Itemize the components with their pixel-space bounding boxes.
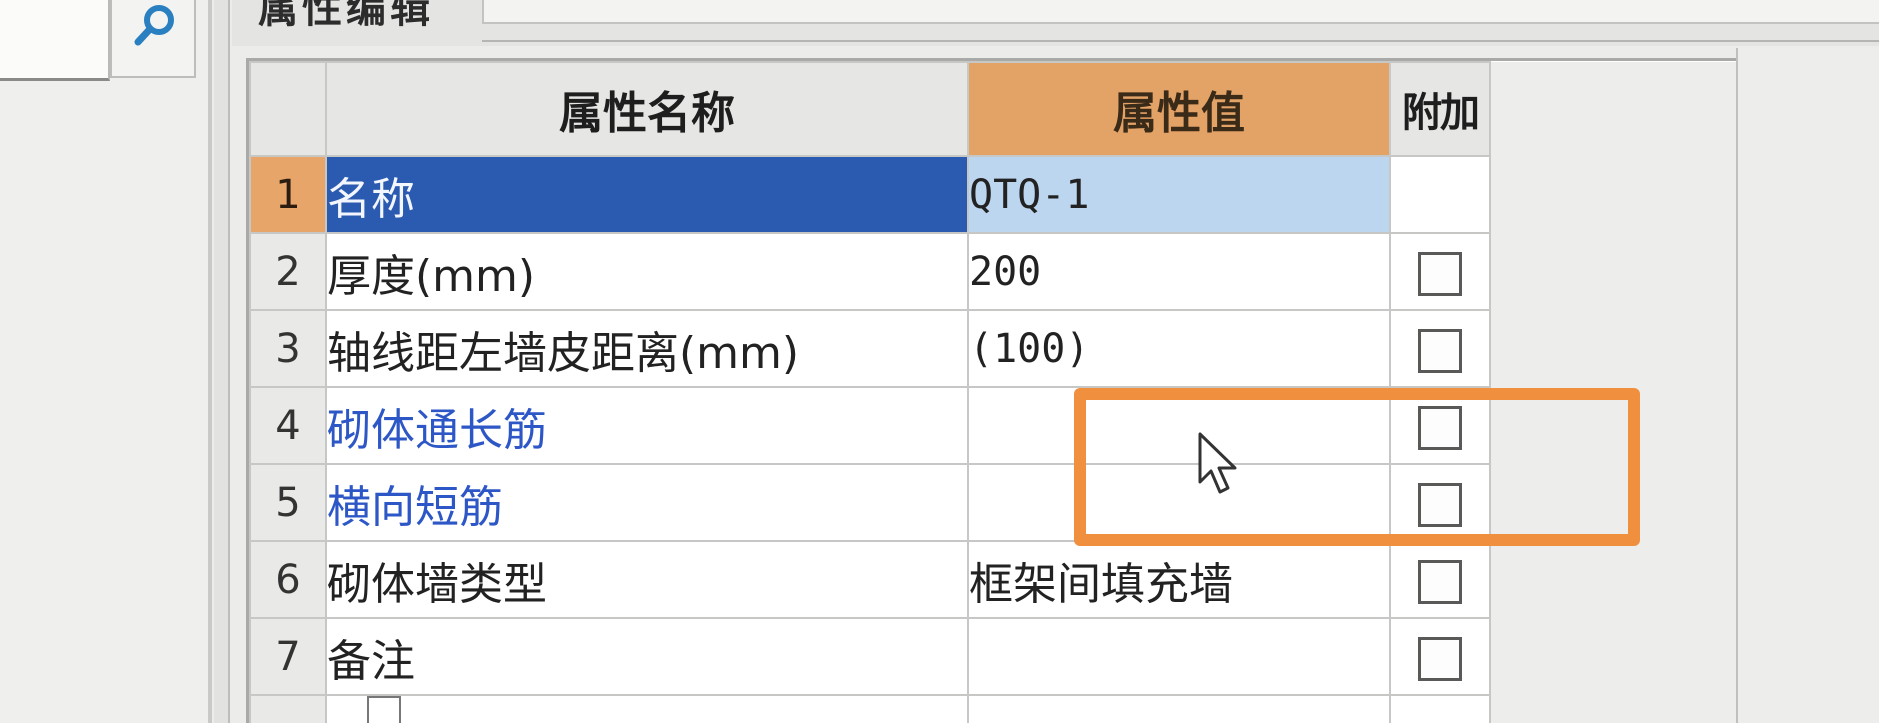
table-row[interactable]: 7 备注 <box>249 617 1739 696</box>
extra-cell <box>1389 155 1491 234</box>
filler-cell <box>1490 233 1739 310</box>
table-body: 1 名称 QTQ-1 2 厚度(mm) 200 3 轴线距左墙皮距离(mm) ( <box>249 155 1739 723</box>
row-index[interactable]: 1 <box>249 155 327 234</box>
property-value-cell[interactable] <box>967 463 1391 542</box>
extra-cell <box>1389 463 1491 542</box>
search-button[interactable] <box>110 0 196 78</box>
extra-checkbox[interactable] <box>1418 560 1462 604</box>
table-row[interactable]: 2 厚度(mm) 200 <box>249 232 1739 311</box>
property-name-cell[interactable]: 名称 <box>325 155 969 234</box>
property-value-cell[interactable]: QTQ-1 <box>967 155 1391 234</box>
extra-cell <box>1389 232 1491 311</box>
property-value-cell[interactable]: 200 <box>967 232 1391 311</box>
header-property-name[interactable]: 属性名称 <box>325 61 969 157</box>
table-row[interactable]: 1 名称 QTQ-1 <box>249 155 1739 234</box>
header-empty <box>1490 62 1739 156</box>
row-index[interactable]: 4 <box>249 386 327 465</box>
property-value-cell[interactable] <box>967 386 1391 465</box>
screen: 属性编辑 属性名称 属性值 附加 1 名称 QTQ-1 2 厚度(mm) 200… <box>0 0 1879 723</box>
extra-checkbox[interactable] <box>1418 329 1462 373</box>
row-index[interactable]: 3 <box>249 309 327 388</box>
property-value-cell[interactable]: 框架间填充墙 <box>967 540 1391 619</box>
extra-cell <box>1389 540 1491 619</box>
extra-checkbox[interactable] <box>1418 406 1462 450</box>
panel-splitter[interactable] <box>214 0 230 723</box>
property-grid: 属性名称 属性值 附加 1 名称 QTQ-1 2 厚度(mm) 200 3 轴线… <box>246 58 1739 723</box>
header-property-value[interactable]: 属性值 <box>967 61 1391 157</box>
property-value-cell[interactable] <box>967 617 1391 696</box>
property-name-cell[interactable]: 砌体通长筋 <box>325 386 969 465</box>
extra-checkbox[interactable] <box>1418 252 1462 296</box>
row-index[interactable]: 7 <box>249 617 327 696</box>
filler-cell <box>1490 695 1739 723</box>
property-name-cell[interactable]: 砌体墙类型 <box>325 540 969 619</box>
panel-title: 属性编辑 <box>258 0 434 32</box>
filler-cell <box>1490 310 1739 387</box>
row-index[interactable]: 5 <box>249 463 327 542</box>
left-panel <box>0 0 212 723</box>
extra-cell <box>1389 617 1491 696</box>
header-row: 属性名称 属性值 附加 <box>249 61 1739 157</box>
extra-cell <box>1389 309 1491 388</box>
row-index[interactable] <box>249 694 327 723</box>
property-name-cell[interactable]: 备注 <box>325 617 969 696</box>
filler-cell <box>1490 618 1739 695</box>
property-name-cell[interactable] <box>325 694 969 723</box>
filler-cell <box>1490 464 1739 541</box>
panel-divider <box>482 40 1879 50</box>
mouse-pointer-icon <box>1198 432 1240 498</box>
table-row[interactable]: 3 轴线距左墙皮距离(mm) (100) <box>249 309 1739 388</box>
extra-cell <box>1389 386 1491 465</box>
property-value-cell[interactable]: (100) <box>967 309 1391 388</box>
expand-icon[interactable] <box>367 697 401 723</box>
property-name-cell[interactable]: 横向短筋 <box>325 463 969 542</box>
property-name-cell[interactable]: 厚度(mm) <box>325 232 969 311</box>
header-index <box>249 61 327 157</box>
table-row[interactable]: 5 横向短筋 <box>249 463 1739 542</box>
panel-toolbar <box>482 0 1879 24</box>
extra-checkbox[interactable] <box>1418 483 1462 527</box>
property-table: 属性名称 属性值 附加 1 名称 QTQ-1 2 厚度(mm) 200 3 轴线… <box>249 61 1739 723</box>
property-name-cell[interactable]: 轴线距左墙皮距离(mm) <box>325 309 969 388</box>
table-row[interactable]: 6 砌体墙类型 框架间填充墙 <box>249 540 1739 619</box>
property-value-cell[interactable] <box>967 694 1391 723</box>
filler-cell <box>1490 541 1739 618</box>
table-row[interactable]: 4 砌体通长筋 <box>249 386 1739 465</box>
extra-checkbox[interactable] <box>1418 637 1462 681</box>
extra-cell <box>1389 694 1491 723</box>
search-input[interactable] <box>0 0 110 81</box>
filler-cell <box>1490 156 1739 233</box>
row-index[interactable]: 6 <box>249 540 327 619</box>
table-row[interactable] <box>249 694 1739 723</box>
header-extra[interactable]: 附加 <box>1389 61 1491 157</box>
right-empty-area <box>1736 48 1879 723</box>
filler-cell <box>1490 387 1739 464</box>
row-index[interactable]: 2 <box>249 232 327 311</box>
